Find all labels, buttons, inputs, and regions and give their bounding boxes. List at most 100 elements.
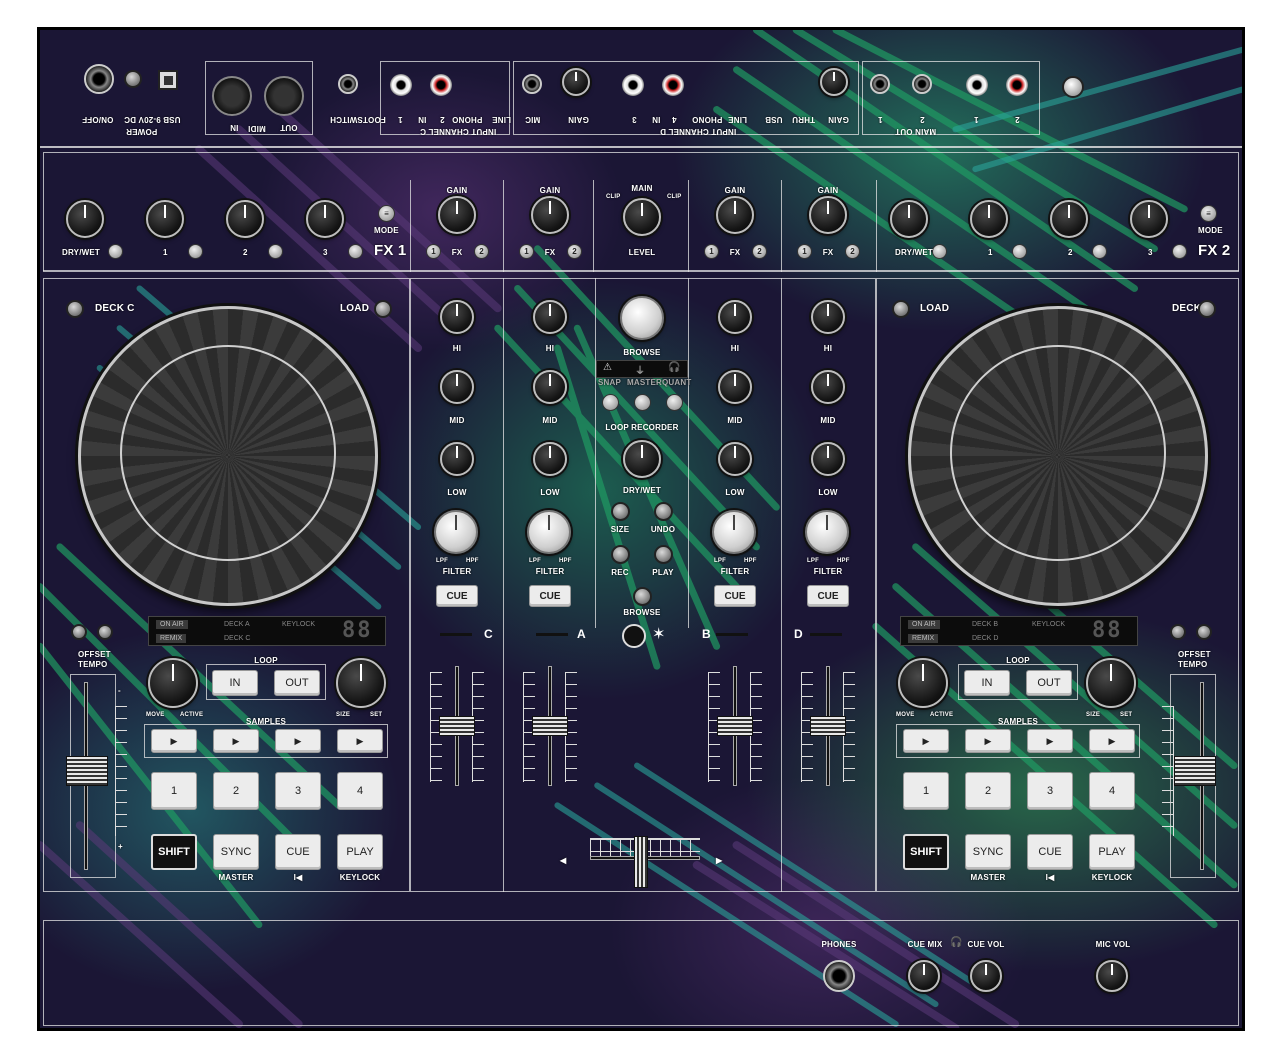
play-button-recorder[interactable] (654, 545, 673, 564)
sync-button-left[interactable]: SYNC (213, 834, 259, 870)
fx2-dry-wet-button[interactable] (932, 244, 947, 259)
filter-knob-d[interactable] (805, 510, 849, 554)
filter-knob-c[interactable] (434, 510, 478, 554)
snap-button[interactable] (602, 394, 619, 411)
tempo-fader-left[interactable] (66, 756, 108, 786)
fx2-assign-a[interactable]: 2 (567, 244, 582, 259)
load-button-left[interactable] (374, 300, 392, 318)
loop-out-button-right[interactable]: OUT (1026, 670, 1072, 696)
play-button-right[interactable]: PLAY (1089, 834, 1135, 870)
pad-left-4[interactable]: 4 (337, 772, 383, 810)
cue-button-c[interactable]: CUE (436, 585, 478, 607)
fx1-knob-3[interactable] (306, 200, 344, 238)
offset-button-right-b[interactable] (1196, 624, 1212, 640)
sample-button-left-1[interactable]: ▶ (151, 729, 197, 753)
sample-button-right-4[interactable]: ▶ (1089, 729, 1135, 753)
cue-button-deck-right[interactable]: CUE (1027, 834, 1073, 870)
fx2-knob-1[interactable] (970, 200, 1008, 238)
channel-fader-d[interactable] (810, 716, 846, 736)
fx2-button-1[interactable] (1012, 244, 1027, 259)
sample-button-right-3[interactable]: ▶ (1027, 729, 1073, 753)
pad-right-3[interactable]: 3 (1027, 772, 1073, 810)
jog-wheel-right[interactable] (908, 306, 1208, 606)
power-switch[interactable] (84, 64, 114, 94)
eq-hi-c[interactable] (440, 300, 474, 334)
eq-mid-c[interactable] (440, 370, 474, 404)
pad-right-1[interactable]: 1 (903, 772, 949, 810)
eq-mid-d[interactable] (811, 370, 845, 404)
deck-c-toggle-button[interactable] (66, 300, 84, 318)
gain-knob-d[interactable] (809, 196, 847, 234)
shift-button-right[interactable]: SHIFT (903, 834, 949, 870)
filter-knob-b[interactable] (712, 510, 756, 554)
fx1-assign-a[interactable]: 1 (519, 244, 534, 259)
sync-button-right[interactable]: SYNC (965, 834, 1011, 870)
play-button-left[interactable]: PLAY (337, 834, 383, 870)
offset-button-left-a[interactable] (71, 624, 87, 640)
shift-button-left[interactable]: SHIFT (151, 834, 197, 870)
pad-right-4[interactable]: 4 (1089, 772, 1135, 810)
fx1-button-3[interactable] (348, 244, 363, 259)
deck-d-toggle-button[interactable] (1198, 300, 1216, 318)
cue-mix-knob[interactable] (908, 960, 940, 992)
eq-mid-b[interactable] (718, 370, 752, 404)
fx1-button-2[interactable] (268, 244, 283, 259)
loop-in-button-left[interactable]: IN (212, 670, 258, 696)
filter-knob-a[interactable] (527, 510, 571, 554)
fx1-mode-button[interactable]: ≡ (378, 205, 395, 222)
rec-button[interactable] (611, 545, 630, 564)
browse-encoder[interactable] (620, 296, 664, 340)
fx1-assign-c[interactable]: 1 (426, 244, 441, 259)
cue-button-b[interactable]: CUE (714, 585, 756, 607)
master-button[interactable] (634, 394, 651, 411)
gain-knob-c[interactable] (438, 196, 476, 234)
fx1-assign-d[interactable]: 1 (797, 244, 812, 259)
fx2-dry-wet-knob[interactable] (890, 200, 928, 238)
loop-in-button-right[interactable]: IN (964, 670, 1010, 696)
offset-button-left-b[interactable] (97, 624, 113, 640)
fx2-mode-button[interactable]: ≡ (1200, 205, 1217, 222)
fx1-dry-wet-button[interactable] (108, 244, 123, 259)
pad-left-2[interactable]: 2 (213, 772, 259, 810)
pad-left-3[interactable]: 3 (275, 772, 321, 810)
loop-size-encoder-left[interactable] (336, 658, 386, 708)
channel-fader-b[interactable] (717, 716, 753, 736)
eq-low-d[interactable] (811, 442, 845, 476)
eq-hi-a[interactable] (533, 300, 567, 334)
loop-recorder-dry-wet-knob[interactable] (623, 440, 661, 478)
cue-button-a[interactable]: CUE (529, 585, 571, 607)
fx1-button-1[interactable] (188, 244, 203, 259)
channel-fader-a[interactable] (532, 716, 568, 736)
browse-headphone-button[interactable] (633, 587, 652, 606)
offset-button-right-a[interactable] (1170, 624, 1186, 640)
fx2-assign-c[interactable]: 2 (474, 244, 489, 259)
fx1-knob-2[interactable] (226, 200, 264, 238)
quant-button[interactable] (666, 394, 683, 411)
loop-move-encoder-right[interactable] (898, 658, 948, 708)
gain-knob-b[interactable] (716, 196, 754, 234)
eq-low-b[interactable] (718, 442, 752, 476)
sample-button-left-2[interactable]: ▶ (213, 729, 259, 753)
eq-low-c[interactable] (440, 442, 474, 476)
gain-knob-a[interactable] (531, 196, 569, 234)
load-button-right[interactable] (892, 300, 910, 318)
mic-gain-knob[interactable] (562, 68, 590, 96)
loop-size-encoder-right[interactable] (1086, 658, 1136, 708)
crossfader[interactable] (634, 836, 648, 888)
fx2-knob-3[interactable] (1130, 200, 1168, 238)
eq-low-a[interactable] (533, 442, 567, 476)
fx1-dry-wet-knob[interactable] (66, 200, 104, 238)
pad-left-1[interactable]: 1 (151, 772, 197, 810)
eq-hi-d[interactable] (811, 300, 845, 334)
fx2-button-3[interactable] (1172, 244, 1187, 259)
tempo-fader-right[interactable] (1174, 756, 1216, 786)
pad-right-2[interactable]: 2 (965, 772, 1011, 810)
loop-out-button-left[interactable]: OUT (274, 670, 320, 696)
fx2-button-2[interactable] (1092, 244, 1107, 259)
sample-button-right-1[interactable]: ▶ (903, 729, 949, 753)
channel-fader-c[interactable] (439, 716, 475, 736)
fx2-assign-b[interactable]: 2 (752, 244, 767, 259)
undo-button[interactable] (654, 502, 673, 521)
fx1-knob-1[interactable] (146, 200, 184, 238)
input-d-gain-knob[interactable] (820, 68, 848, 96)
